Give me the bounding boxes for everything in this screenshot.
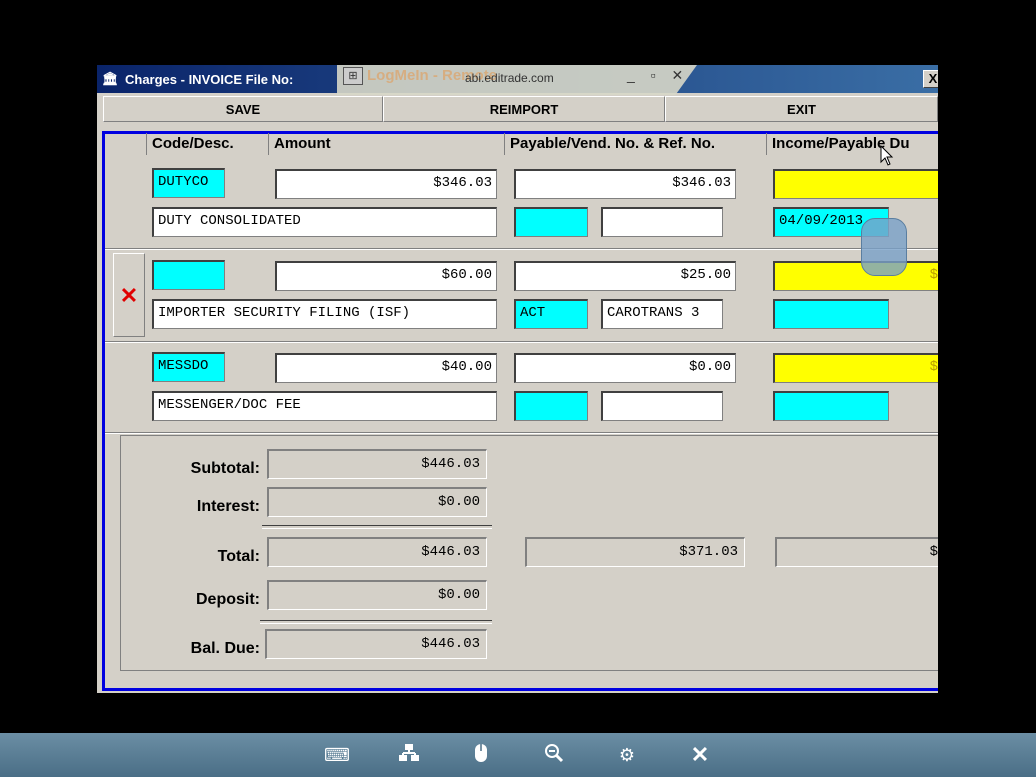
close-window-button[interactable]: X [923, 70, 938, 88]
deposit-label: Deposit: [196, 591, 260, 608]
amount-field[interactable]: $346.03 [275, 169, 497, 199]
delete-x-icon: ✕ [119, 283, 139, 308]
interest-label: Interest: [196, 498, 260, 515]
reference-field[interactable] [601, 391, 723, 421]
amount-field[interactable]: $60.00 [275, 261, 497, 291]
vendor-field[interactable]: ACT [514, 299, 588, 329]
description-field[interactable]: MESSENGER/DOC FEE [152, 391, 497, 421]
column-header-payable: Payable/Vend. No. & Ref. No. [505, 133, 767, 155]
code-field[interactable]: MESSDO [152, 352, 225, 382]
baldue-label: Bal. Due: [190, 640, 260, 657]
total-income-value: $ [775, 537, 938, 567]
close-icon[interactable]: ✕ [688, 743, 712, 767]
mouse-icon[interactable] [469, 743, 493, 767]
remote-session-overlay: ⊞ LogMeIn - Remote abi.editrade.com _ ▫ … [337, 65, 697, 95]
total-value: $446.03 [267, 537, 487, 567]
interest-value: $0.00 [267, 487, 487, 517]
remote-icon[interactable]: ⊞ [343, 67, 363, 85]
payable-field[interactable]: $25.00 [514, 261, 736, 291]
keyboard-icon[interactable]: ⌨ [324, 743, 350, 767]
save-button[interactable]: SAVE [103, 96, 383, 122]
network-icon[interactable] [397, 743, 421, 767]
row-divider [105, 248, 938, 250]
income-field[interactable]: $ [773, 353, 938, 383]
row-divider [105, 341, 938, 343]
exit-button[interactable]: EXIT [665, 96, 938, 122]
baldue-value: $446.03 [265, 629, 487, 659]
payable-field[interactable]: $0.00 [514, 353, 736, 383]
income-field[interactable]: $ [773, 261, 938, 291]
toolbar: SAVE REIMPORT EXIT [103, 96, 938, 122]
total-rule [262, 525, 492, 529]
touch-cursor-icon [861, 218, 907, 276]
zoom-icon[interactable] [542, 743, 566, 767]
column-header-amount: Amount [269, 133, 505, 155]
code-field[interactable]: DUTYCO [152, 168, 225, 198]
vendor-field[interactable] [514, 207, 588, 237]
header-spacer [105, 133, 147, 155]
baldue-rule [260, 620, 492, 624]
reference-field[interactable] [601, 207, 723, 237]
bank-icon: 🏛 [102, 71, 119, 86]
delete-row-button[interactable]: ✕ [113, 253, 145, 337]
deposit-value: $0.00 [267, 580, 487, 610]
reference-field[interactable]: CAROTRANS 3 [601, 299, 723, 329]
mouse-pointer-icon [880, 145, 894, 166]
remote-window-controls[interactable]: _ ▫ ✕ [627, 67, 689, 84]
row-divider [105, 432, 938, 434]
due-date-field[interactable] [773, 391, 889, 421]
description-field[interactable]: IMPORTER SECURITY FILING (ISF) [152, 299, 497, 329]
reimport-button[interactable]: REIMPORT [383, 96, 665, 122]
remote-control-bar: ⌨ ⚙ ✕ [0, 733, 1036, 777]
due-date-field[interactable] [773, 299, 889, 329]
subtotal-value: $446.03 [267, 449, 487, 479]
column-header-income: Income/Payable Du [767, 133, 938, 155]
payable-field[interactable]: $346.03 [514, 169, 736, 199]
charges-window: 🏛 Charges - INVOICE File No: X ⊞ LogMeIn… [97, 65, 938, 693]
code-field[interactable] [152, 260, 225, 290]
amount-field[interactable]: $40.00 [275, 353, 497, 383]
total-payable-value: $371.03 [525, 537, 745, 567]
subtotal-label: Subtotal: [190, 460, 260, 477]
vendor-field[interactable] [514, 391, 588, 421]
description-field[interactable]: DUTY CONSOLIDATED [152, 207, 497, 237]
remote-url: abi.editrade.com [465, 71, 554, 85]
total-label: Total: [217, 548, 260, 565]
window-title: Charges - INVOICE File No: [125, 72, 294, 87]
column-header-code: Code/Desc. [147, 133, 269, 155]
settings-icon[interactable]: ⚙ [615, 743, 639, 767]
income-field[interactable] [773, 169, 938, 199]
